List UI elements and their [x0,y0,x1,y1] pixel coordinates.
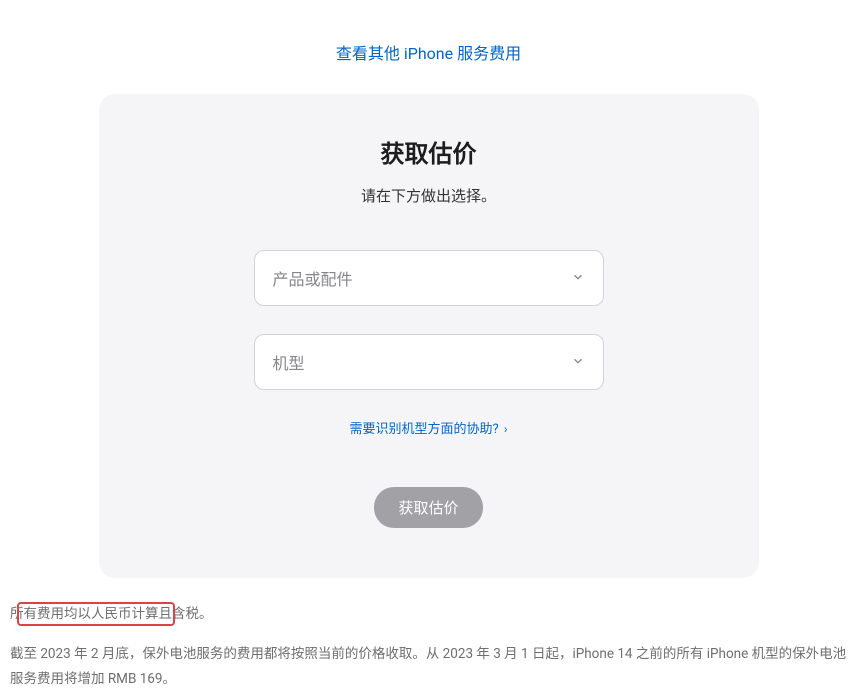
chevron-right-icon: › [504,422,508,436]
model-select[interactable]: 机型 [254,334,604,390]
estimate-card: 获取估价 请在下方做出选择。 产品或配件 机型 需要识别机型方面的协助? › 获… [99,94,759,578]
top-link-container: 查看其他 iPhone 服务费用 [0,0,857,94]
card-subtitle: 请在下方做出选择。 [129,185,729,206]
get-estimate-button[interactable]: 获取估价 [374,487,482,528]
card-title: 获取估价 [129,134,729,169]
other-services-link[interactable]: 查看其他 iPhone 服务费用 [336,44,521,63]
product-select-placeholder: 产品或配件 [273,266,571,290]
product-select[interactable]: 产品或配件 [254,250,604,306]
footer-line1: 所有费用均以人民币计算且含税。 [10,602,847,628]
footer-line2: 截至 2023 年 2 月底，保外电池服务的费用都将按照当前的价格收取。从 20… [10,642,847,693]
help-link-container: 需要识别机型方面的协助? › [129,418,729,437]
identify-model-help-link[interactable]: 需要识别机型方面的协助? › [350,422,508,437]
chevron-down-icon [571,353,585,372]
help-link-label: 需要识别机型方面的协助? [350,422,499,437]
footer-text: 所有费用均以人民币计算且含税。 截至 2023 年 2 月底，保外电池服务的费用… [0,578,857,693]
chevron-down-icon [571,269,585,288]
model-select-placeholder: 机型 [273,350,571,374]
